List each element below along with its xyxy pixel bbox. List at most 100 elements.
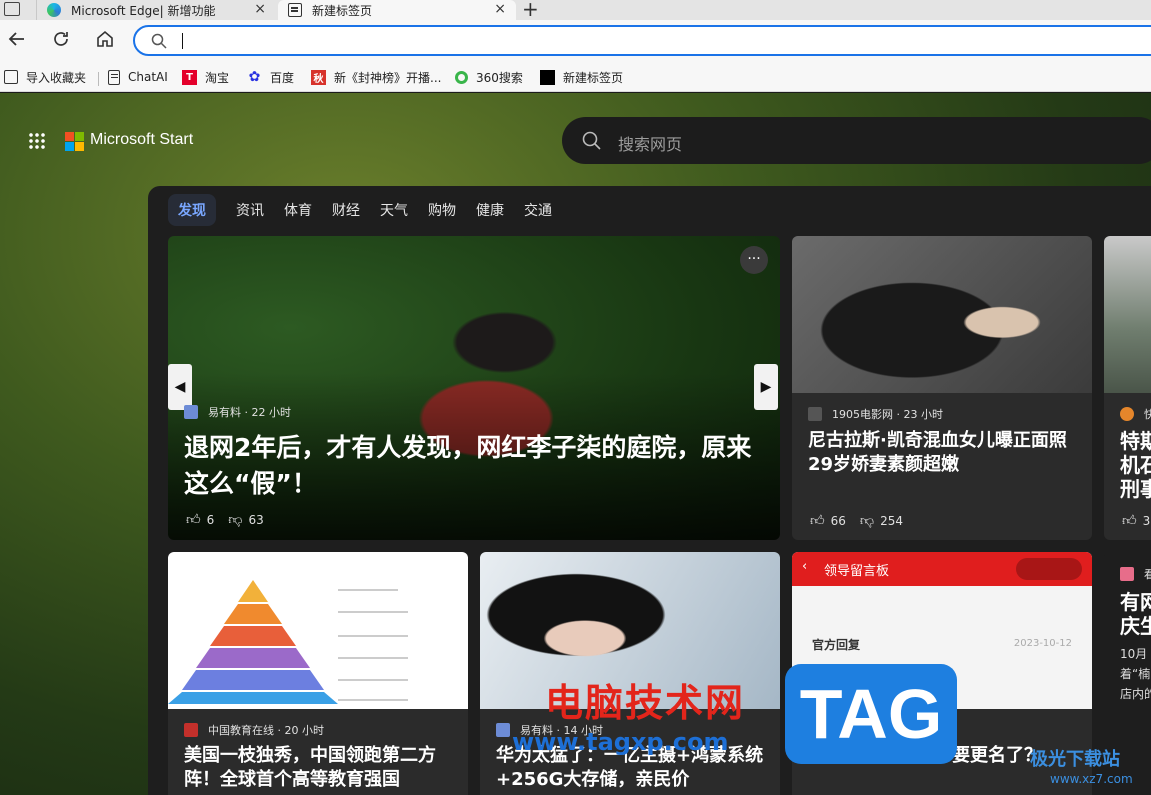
thumbs-down-icon: 👎︎ — [228, 512, 243, 528]
article-image — [792, 236, 1092, 393]
address-input[interactable] — [182, 33, 183, 49]
article-image — [480, 552, 780, 709]
article-title[interactable]: 特斯机石刑事 — [1120, 429, 1151, 501]
tab-finance[interactable]: 财经 — [332, 200, 360, 220]
reactions: 👍︎ 66 👎︎ 254 — [810, 512, 917, 529]
bookmark-fengshen-news[interactable]: 秋 新《封神榜》开播... — [311, 68, 441, 86]
back-button[interactable] — [6, 29, 28, 51]
news-feed: 发现 资讯 体育 财经 天气 购物 健康 交通 ··· ◀ ▶ 易有料 · 22… — [148, 186, 1151, 795]
article-source: 1905电影网 · 23 小时 — [808, 406, 943, 422]
close-icon[interactable]: × — [254, 1, 266, 17]
tab-bar: Microsoft Edge| 新增功能 × 新建标签页 × + — [0, 0, 1151, 21]
taobao-icon: T — [182, 69, 197, 85]
tab-news[interactable]: 资讯 — [236, 200, 264, 220]
article-title[interactable]: 尼古拉斯·凯奇混血女儿曝正面照 29岁娇妻素颜超嫩 — [808, 429, 1084, 477]
more-options-button[interactable]: ··· — [740, 246, 768, 274]
article-source: 易有料 · 22 小时 — [184, 404, 291, 420]
source-logo-icon — [808, 407, 822, 421]
thumbs-down-icon: 👎︎ — [859, 513, 875, 529]
source-label: 快 — [1144, 408, 1151, 421]
tab-shopping[interactable]: 购物 — [428, 200, 456, 220]
tab-actions-icon[interactable] — [4, 2, 20, 16]
bookmark-label: ChatAI — [128, 70, 168, 84]
tab-health[interactable]: 健康 — [476, 200, 504, 220]
bookmark-baidu[interactable]: ✿ 百度 — [247, 68, 294, 86]
new-tab-button[interactable]: + — [522, 0, 539, 21]
article-title[interactable]: 江苏第二大机场，要更名了？ — [808, 744, 1084, 768]
like-button[interactable]: 👍︎ 6 — [186, 511, 214, 528]
bookmark-import-favorites[interactable]: 导入收藏夹 — [4, 68, 86, 86]
close-icon[interactable]: × — [494, 1, 506, 17]
tab-title: 新建标签页 — [312, 3, 373, 18]
message-board-title: 领导留言板 — [824, 564, 890, 579]
news-card[interactable]: 快 特斯机石刑事 👍︎ 3 — [1104, 236, 1151, 540]
carousel-next-button[interactable]: ▶ — [754, 364, 778, 410]
article-title[interactable]: 有网庆生 — [1120, 590, 1151, 640]
web-search-box[interactable]: 搜索网页 — [562, 117, 1151, 164]
news-card[interactable]: 1905电影网 · 23 小时 尼古拉斯·凯奇混血女儿曝正面照 29岁娇妻素颜超… — [792, 236, 1092, 540]
article-image: ‹ 领导留言板 官方回复 2023-10-12 — [792, 552, 1092, 709]
360-search-icon — [455, 70, 468, 84]
dislike-button[interactable]: 👎︎ 254 — [860, 512, 903, 529]
source-label: 看 — [1144, 568, 1151, 581]
bookmark-new-tab[interactable]: 新建标签页 — [540, 68, 623, 86]
reactions: 👍︎ 6 👎︎ 63 — [186, 511, 278, 528]
article-title[interactable]: 华为太猛了：一亿主摄+鸿蒙系统+256G大存储，亲民价 — [496, 744, 772, 792]
article-image — [168, 552, 468, 709]
newtab-icon — [540, 69, 555, 85]
tab-weather[interactable]: 天气 — [380, 200, 408, 220]
article-title[interactable]: 美国一枝独秀，中国领跑第二方阵！全球首个高等教育强国 — [184, 744, 460, 792]
search-icon — [151, 33, 167, 49]
news-card[interactable]: 中国教育在线 · 20 小时 美国一枝独秀，中国领跑第二方阵！全球首个高等教育强… — [168, 552, 468, 795]
refresh-button[interactable] — [50, 29, 72, 51]
like-button[interactable]: 👍︎ 3 — [1122, 512, 1150, 529]
news-card[interactable]: ‹ 领导留言板 官方回复 2023-10-12 江苏第二大机场，要更名了？ — [792, 552, 1092, 795]
back-arrow-icon — [8, 32, 24, 46]
bookmark-label: 导入收藏夹 — [26, 70, 87, 85]
source-logo-icon — [1120, 567, 1134, 581]
tab-edge-whats-new[interactable]: Microsoft Edge| 新增功能 × — [36, 0, 276, 20]
bookmarks-bar: 导入收藏夹 ChatAI T 淘宝 ✿ 百度 秋 新《封神榜》开播... 360… — [0, 62, 1151, 92]
news-card[interactable]: 易有料 · 14 小时 华为太猛了：一亿主摄+鸿蒙系统+256G大存储，亲民价 — [480, 552, 780, 795]
separator — [98, 72, 99, 86]
news-icon: 秋 — [311, 69, 326, 85]
page-icon — [108, 69, 120, 85]
official-reply-label: 官方回复 — [812, 638, 861, 652]
tab-traffic[interactable]: 交通 — [524, 200, 552, 220]
thumbs-up-icon: 👍︎ — [186, 512, 201, 528]
pyramid-infographic — [168, 580, 408, 704]
bookmark-360-search[interactable]: 360搜索 — [455, 68, 523, 86]
home-button[interactable] — [94, 29, 116, 51]
dislike-button[interactable]: 👎︎ 63 — [228, 511, 264, 528]
tab-sports[interactable]: 体育 — [284, 200, 312, 220]
source-logo-icon — [184, 405, 198, 419]
article-source: 看 — [1120, 566, 1151, 582]
like-button[interactable]: 👍︎ 66 — [810, 512, 846, 529]
bookmark-taobao[interactable]: T 淘宝 — [182, 68, 229, 86]
bookmark-label: 360搜索 — [476, 70, 523, 85]
bookmark-chatai[interactable]: ChatAI — [108, 68, 168, 86]
edge-icon — [47, 3, 61, 17]
app-launcher-icon[interactable] — [28, 132, 46, 150]
bookmark-label: 新《封神榜》开播... — [334, 70, 442, 85]
tab-discover[interactable]: 发现 — [168, 194, 216, 226]
address-bar[interactable] — [133, 25, 1151, 56]
article-title[interactable]: 退网2年后，才有人发现，网红李子柒的庭院，原来这么“假”！ — [184, 430, 759, 502]
import-favorites-icon — [4, 70, 18, 84]
source-label: 1905电影网 · 23 小时 — [832, 408, 943, 421]
category-nav: 发现 资讯 体育 财经 天气 购物 健康 交通 — [168, 194, 572, 226]
source-logo-icon — [1120, 407, 1134, 421]
toolbar — [0, 20, 1151, 62]
brand-title[interactable]: Microsoft Start — [90, 131, 193, 149]
reply-date: 2023-10-12 — [1013, 638, 1072, 649]
bookmark-label: 新建标签页 — [563, 70, 624, 85]
tab-new-tab[interactable]: 新建标签页 × — [278, 0, 516, 20]
news-card[interactable]: 看 有网庆生 10月 着“楠 店内的 — [1104, 552, 1151, 795]
home-icon — [97, 30, 113, 47]
article-source: 快 — [1120, 406, 1151, 422]
thumbs-up-icon: 👍︎ — [810, 513, 825, 529]
baidu-icon: ✿ — [248, 69, 261, 85]
article-source: 中国教育在线 · 20 小时 — [184, 722, 324, 738]
hero-news-card[interactable]: ··· ◀ ▶ 易有料 · 22 小时 退网2年后，才有人发现，网红李子柒的庭院… — [168, 236, 780, 540]
refresh-icon — [54, 32, 68, 46]
